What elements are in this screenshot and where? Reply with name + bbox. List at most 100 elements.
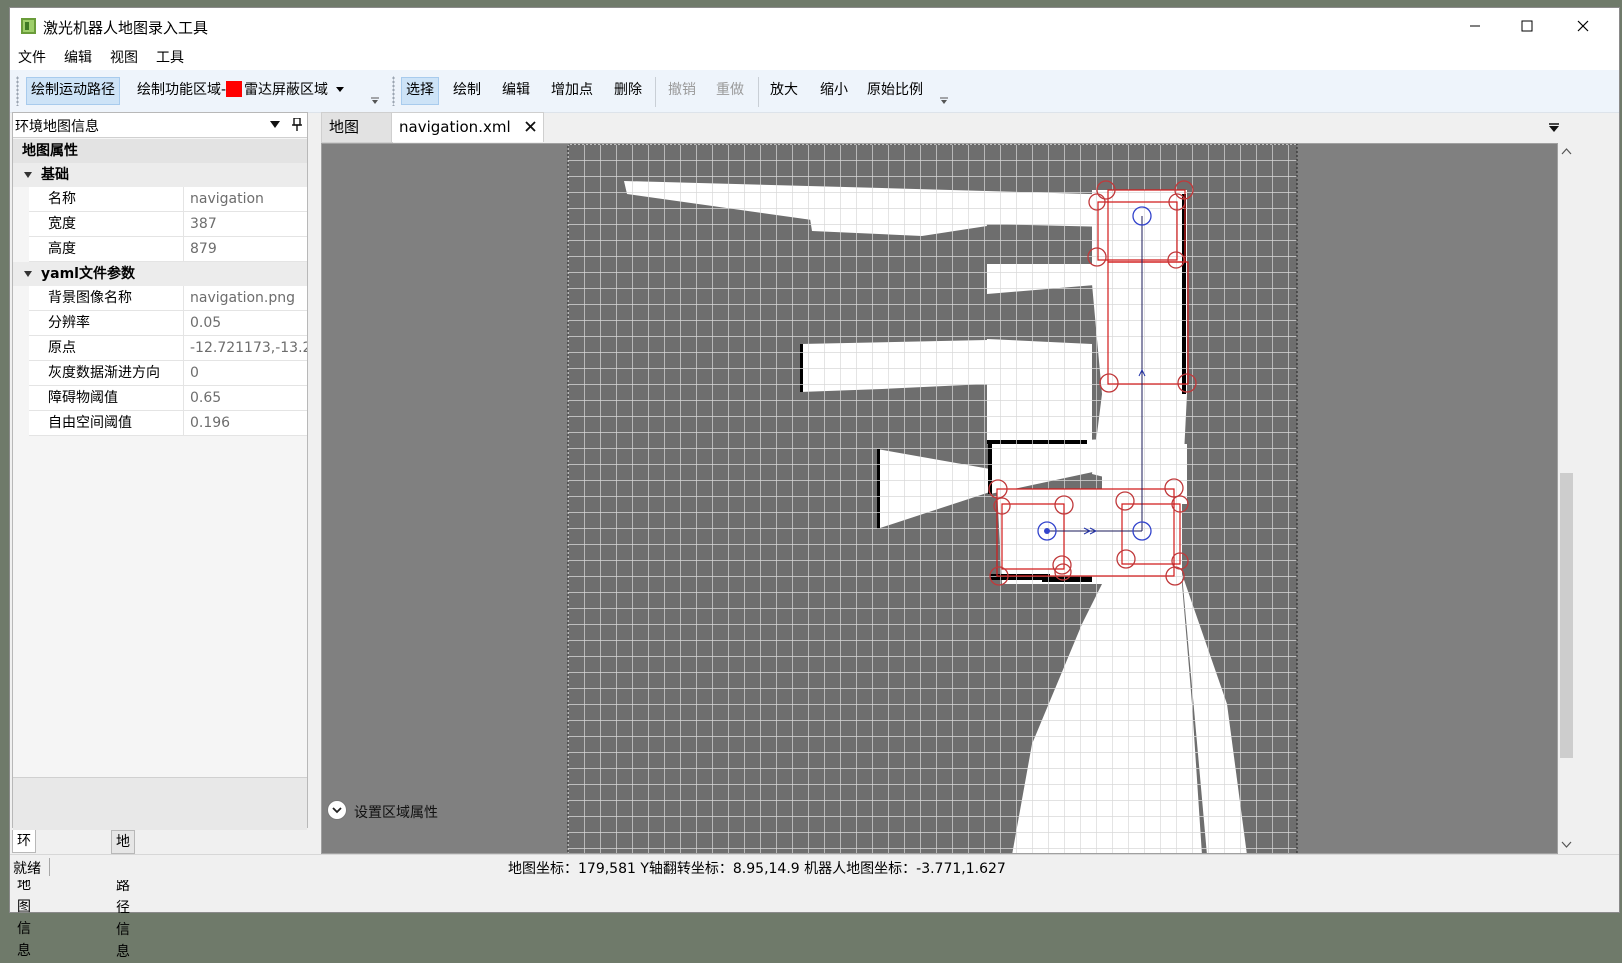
property-value[interactable]: 879 [184,237,307,261]
environment-map-panel: 环境地图信息 地图属性 基础 名称 navigation 宽度 387 高度 879 … [12,112,308,830]
tab-environment-map-info[interactable]: 环境地图信息 [12,830,36,959]
scroll-up-icon[interactable] [1561,148,1572,155]
window-title: 激光机器人地图录入工具 [43,19,209,37]
tab-navigation-xml[interactable]: navigation.xml [391,112,545,142]
chevron-down-icon [332,807,342,814]
property-value[interactable]: 0.05 [184,311,307,335]
menu-edit[interactable]: 编辑 [64,47,92,67]
draw-path-button[interactable]: 绘制运动路径 [26,77,120,105]
property-row[interactable]: 背景图像名称 navigation.png [29,286,307,311]
property-row[interactable]: 原点 -12.721173,-13.2 [29,336,307,361]
region-color-swatch [226,81,243,97]
tab-map[interactable]: 地图 [321,112,393,143]
region-type-label: 雷达屏蔽区域 [244,82,329,98]
close-window-button[interactable] [1560,8,1606,44]
delete-button[interactable]: 删除 [610,77,646,103]
original-scale-button[interactable]: 原始比例 [863,77,927,103]
toolbar-separator [758,77,759,107]
panel-title: 环境地图信息 [15,119,99,135]
title-bar: 激光机器人地图录入工具 [10,8,1619,44]
toolbar-overflow-icon[interactable] [371,97,379,105]
tab-list-dropdown-icon[interactable] [1549,123,1559,132]
property-name: 分辨率 [29,311,184,335]
set-area-properties-button[interactable] [327,800,347,820]
property-name: 原点 [29,336,184,360]
maximize-icon [1521,20,1533,32]
zoom-out-button[interactable]: 缩小 [816,77,852,103]
property-grid: 地图属性 基础 名称 navigation 宽度 387 高度 879 yaml文件参… [13,139,307,436]
app-icon [21,18,36,34]
close-icon [1577,20,1589,32]
property-value[interactable]: 387 [184,212,307,236]
draw-region-button[interactable]: 绘制功能区域- 雷达屏蔽区域 [133,77,349,103]
property-name: 高度 [29,237,184,261]
property-name: 灰度数据渐进方向 [29,361,184,385]
toolbar-grip-2[interactable] [392,76,395,106]
document-tab-strip: 地图 navigation.xml [321,112,1619,143]
minimize-button[interactable] [1452,8,1498,44]
vertical-scrollbar[interactable] [1558,143,1575,854]
property-description-pane [13,777,307,830]
property-name: 障碍物阈值 [29,386,184,410]
property-row[interactable]: 分辨率 0.05 [29,311,307,336]
map-canvas[interactable]: 设置区域属性 [321,143,1558,854]
status-bar: 就绪 地图坐标：179,581 Y轴翻转坐标：8.95,14.9 机器人地图坐标… [10,854,1619,880]
property-row[interactable]: 自由空间阈值 0.196 [29,411,307,436]
property-row[interactable]: 宽度 387 [29,212,307,237]
status-divider [49,858,50,876]
add-point-button[interactable]: 增加点 [547,77,597,103]
scroll-down-icon[interactable] [1561,841,1572,848]
property-value[interactable]: 0.196 [184,411,307,435]
toolbar-grip[interactable] [16,76,19,106]
property-value[interactable]: 0.65 [184,386,307,410]
menu-file[interactable]: 文件 [18,47,46,67]
group-basic-label: 基础 [41,167,69,183]
menu-bar: 文件 编辑 视图 工具 [10,44,1619,70]
draw-region-label: 绘制功能区域- [137,82,227,98]
property-name: 背景图像名称 [29,286,184,310]
collapse-icon [24,271,32,277]
set-area-properties-label[interactable]: 设置区域属性 [354,802,438,822]
status-coordinates: 地图坐标：179,581 Y轴翻转坐标：8.95,14.9 机器人地图坐标：-3… [508,861,1006,877]
status-ready: 就绪 [13,861,41,877]
close-tab-icon[interactable] [525,121,537,132]
chevron-down-icon[interactable] [270,121,280,129]
property-row[interactable]: 障碍物阈值 0.65 [29,386,307,411]
panel-header: 环境地图信息 [13,113,307,138]
menu-view[interactable]: 视图 [110,47,138,67]
undo-button[interactable]: 撤销 [664,77,700,103]
collapse-icon [24,172,32,178]
edit-button[interactable]: 编辑 [498,77,534,103]
toolbar-separator [655,77,656,107]
grid-overlay [568,144,1297,853]
draw-button[interactable]: 绘制 [449,77,485,103]
toolbar: 绘制运动路径 绘制功能区域- 雷达屏蔽区域 选择 绘制 编辑 增加点 删除 撤销 … [10,70,1619,113]
property-name: 宽度 [29,212,184,236]
property-value[interactable]: 0 [184,361,307,385]
property-value[interactable]: navigation.png [184,286,307,310]
category-map-properties: 地图属性 [13,139,307,163]
zoom-in-button[interactable]: 放大 [766,77,802,103]
maximize-button[interactable] [1504,8,1550,44]
property-row[interactable]: 灰度数据渐进方向 0 [29,361,307,386]
minimize-icon [1470,25,1480,27]
property-row[interactable]: 高度 879 [29,237,307,262]
pin-icon[interactable] [292,118,302,132]
property-value[interactable]: navigation [184,187,307,211]
group-basic[interactable]: 基础 [13,163,307,187]
app-window: 激光机器人地图录入工具 文件 编辑 视图 工具 绘制运动路径 绘制功能区域- 雷达… [9,7,1620,960]
select-button[interactable]: 选择 [401,77,439,105]
scrollbar-thumb[interactable] [1560,473,1573,758]
property-value[interactable]: -12.721173,-13.2 [184,336,307,360]
tab-map-path-info[interactable]: 地图路径信息 [111,830,135,960]
property-name: 名称 [29,187,184,211]
map-drawing[interactable] [322,144,1558,854]
tab-navigation-xml-label: navigation.xml [399,118,511,136]
group-yaml[interactable]: yaml文件参数 [13,262,307,286]
menu-tools[interactable]: 工具 [156,47,184,67]
toolbar-overflow-icon[interactable] [940,97,948,105]
group-yaml-label: yaml文件参数 [41,266,135,282]
property-name: 自由空间阈值 [29,411,184,435]
redo-button[interactable]: 重做 [712,77,748,103]
property-row[interactable]: 名称 navigation [29,187,307,212]
